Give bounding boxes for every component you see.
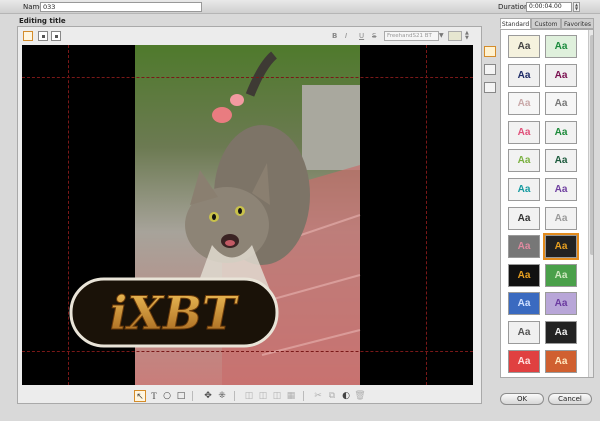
next-frame-button[interactable]: [51, 31, 61, 41]
distribute-icon[interactable]: ▦: [285, 390, 297, 402]
tab-favorites[interactable]: Favorites: [561, 18, 594, 29]
duration-stepper[interactable]: ▲ ▼: [573, 2, 580, 12]
tab-standard[interactable]: Standard: [500, 18, 531, 29]
preview-canvas[interactable]: iXBT: [22, 45, 473, 385]
style-swatch[interactable]: Aa: [508, 92, 540, 116]
move-tool-icon[interactable]: ✥: [202, 390, 214, 402]
title-overlay-text: iXBT: [110, 286, 240, 340]
style-swatch[interactable]: Aa: [545, 120, 577, 144]
strikethrough-button[interactable]: S: [372, 32, 376, 40]
toolbar-divider: [192, 391, 193, 401]
font-size-field[interactable]: [448, 31, 462, 41]
safe-area-toggle[interactable]: [23, 31, 33, 41]
style-swatch[interactable]: Aa: [508, 263, 540, 287]
title-editor: B I U S FreehandS21 BT ▼ ▲ ▼ iXBT ↖ T ○ …: [17, 26, 482, 404]
toolbar-divider: [234, 391, 235, 401]
style-gallery: Aa Aa Aa Aa Aa Aa Aa Aa Aa Aa Aa Aa Aa Aa Aa Aa Aa Aa Aa Aa…: [500, 29, 594, 378]
style-swatch[interactable]: Aa: [508, 206, 540, 230]
style-swatch[interactable]: Aa: [508, 292, 540, 316]
rectangle-tool-icon[interactable]: □: [175, 390, 187, 402]
style-swatch[interactable]: Aa: [508, 63, 540, 87]
underline-button[interactable]: U: [359, 32, 364, 40]
background-style-icon[interactable]: [484, 82, 496, 93]
image-style-icon[interactable]: [484, 64, 496, 75]
style-swatch[interactable]: Aa: [545, 178, 577, 201]
style-swatch[interactable]: Aa: [545, 349, 577, 373]
style-swatch[interactable]: Aa: [508, 35, 540, 58]
drawing-toolbar: ↖ T ○ □ ✥ ⁜ ◫ ◫ ◫ ▦ ✂ ⧉ ◐ 🗑: [18, 389, 483, 403]
text-tool-icon[interactable]: T: [148, 390, 160, 402]
style-swatch[interactable]: Aa: [545, 63, 577, 87]
scrollbar-thumb[interactable]: [590, 35, 593, 255]
text-style-icon[interactable]: [484, 46, 496, 57]
style-swatch[interactable]: Aa: [545, 206, 577, 230]
copy-icon[interactable]: ⧉: [326, 390, 338, 402]
style-swatch[interactable]: Aa: [508, 349, 540, 373]
style-swatch[interactable]: Aa: [508, 178, 540, 201]
tab-custom[interactable]: Custom: [531, 18, 561, 29]
pointer-tool-icon[interactable]: ↖: [134, 390, 146, 402]
toolbar-divider: [303, 391, 304, 401]
align-right-icon[interactable]: ◫: [271, 390, 283, 402]
cancel-button[interactable]: Cancel: [548, 393, 592, 405]
style-swatch[interactable]: Aa: [508, 235, 540, 259]
style-swatch[interactable]: Aa: [545, 35, 577, 58]
style-swatch[interactable]: Aa: [545, 292, 577, 316]
chevron-down-icon[interactable]: ▼: [439, 32, 444, 39]
trash-icon[interactable]: 🗑: [354, 390, 366, 402]
style-swatch[interactable]: Aa: [545, 321, 577, 344]
font-size-stepper[interactable]: ▲ ▼: [465, 31, 469, 41]
style-swatch[interactable]: Aa: [508, 120, 540, 144]
top-bar: Name: 033 Duration: 0:00:04.00 ▲ ▼: [0, 0, 600, 14]
style-swatch[interactable]: Aa: [543, 233, 579, 261]
name-input[interactable]: 033: [40, 2, 202, 12]
style-swatch[interactable]: Aa: [545, 92, 577, 116]
font-select[interactable]: FreehandS21 BT: [384, 31, 439, 41]
style-tabs: Standard Custom Favorites: [500, 18, 594, 29]
ellipse-tool-icon[interactable]: ○: [161, 390, 173, 402]
editing-title-heading: Editing title: [19, 17, 66, 25]
italic-button[interactable]: I: [345, 32, 347, 40]
gallery-scrollbar[interactable]: [588, 30, 593, 377]
style-swatch[interactable]: Aa: [545, 263, 577, 287]
layer-order-icon[interactable]: ◐: [340, 390, 352, 402]
snap-icon[interactable]: ⁜: [216, 390, 228, 402]
align-left-icon[interactable]: ◫: [243, 390, 255, 402]
cut-icon[interactable]: ✂: [312, 390, 324, 402]
title-overlay[interactable]: iXBT: [22, 45, 473, 385]
duration-input[interactable]: 0:00:04.00: [526, 2, 572, 12]
align-center-icon[interactable]: ◫: [257, 390, 269, 402]
style-swatch[interactable]: Aa: [508, 149, 540, 173]
bold-button[interactable]: B: [332, 32, 337, 40]
style-swatch[interactable]: Aa: [508, 321, 540, 344]
ok-button[interactable]: OK: [500, 393, 544, 405]
prev-frame-button[interactable]: [38, 31, 48, 41]
style-swatch[interactable]: Aa: [545, 149, 577, 173]
